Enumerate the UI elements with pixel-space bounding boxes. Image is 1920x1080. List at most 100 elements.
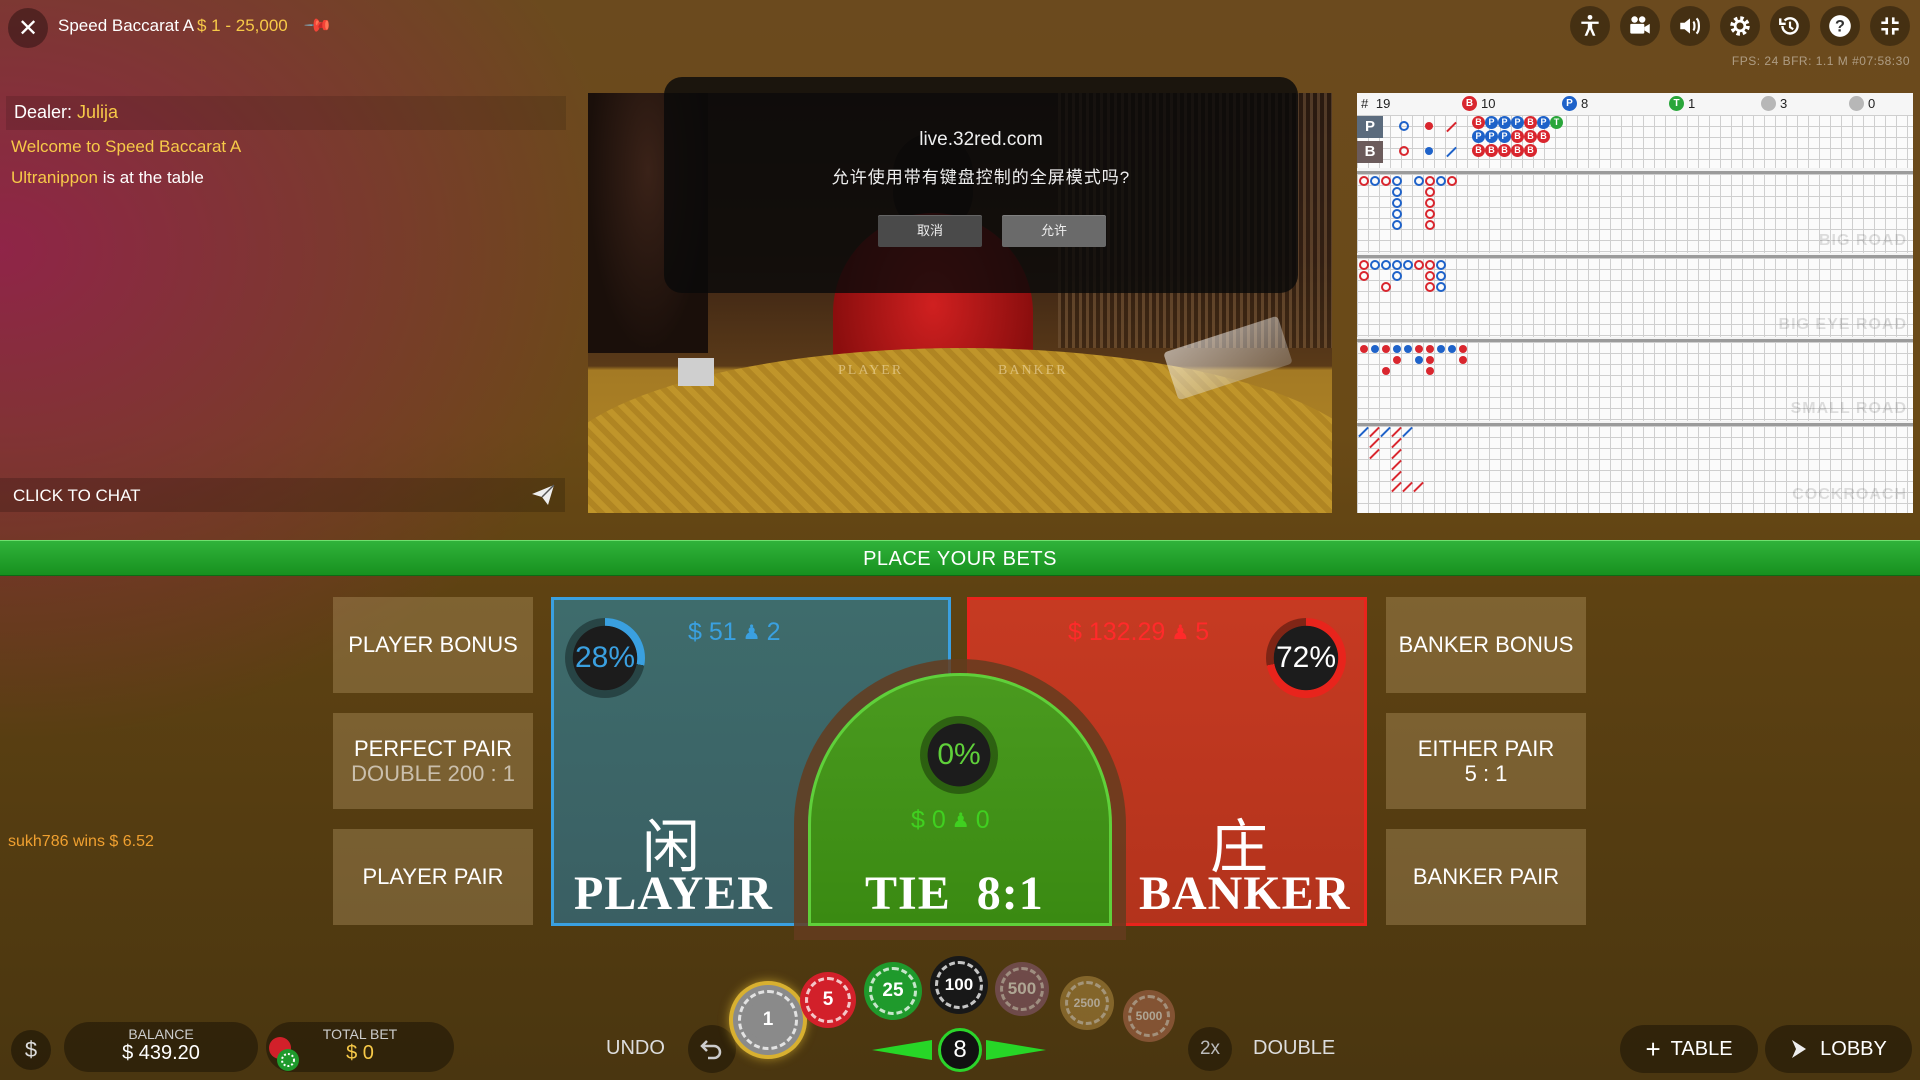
tie-bettor-count: 0	[975, 806, 990, 834]
hand-count: # 19	[1361, 96, 1391, 111]
close-button[interactable]: ✕	[8, 8, 48, 48]
help-icon[interactable]: ?	[1820, 6, 1860, 46]
banker-pair-bet[interactable]: BANKER PAIR	[1386, 829, 1586, 925]
cockroach-r	[1391, 448, 1402, 460]
big-eye-bl	[1392, 271, 1402, 281]
chip-value: 5000	[1133, 1000, 1165, 1032]
predict-small-icon	[1425, 147, 1433, 155]
settings-icon[interactable]	[1720, 6, 1760, 46]
volume-icon[interactable]	[1670, 6, 1710, 46]
chat-join-text: is at the table	[102, 168, 204, 187]
game-title: Speed Baccarat A	[58, 16, 195, 35]
chip-value: 5	[811, 983, 845, 1017]
player-count: P8	[1562, 96, 1588, 111]
player-pair-bet[interactable]: PLAYER PAIR	[333, 829, 533, 925]
player-bonus-bet[interactable]: PLAYER BONUS	[333, 597, 533, 693]
big-eye-bl	[1436, 260, 1446, 270]
banker-bonus-bet[interactable]: BANKER BONUS	[1386, 597, 1586, 693]
big-eye-r	[1381, 282, 1391, 292]
chip-scroll-right-icon[interactable]	[986, 1040, 1046, 1060]
banker-bettor-count: 5	[1195, 618, 1210, 646]
bead-plate: P B BPBPPBPPBPBBBBBPBT	[1357, 115, 1913, 168]
big-road-label: BIG ROAD	[1819, 232, 1907, 249]
cockroach-r	[1391, 459, 1402, 471]
chat-user: Ultranippon	[11, 168, 98, 187]
big-road-bl	[1392, 187, 1402, 197]
send-icon[interactable]	[531, 484, 555, 511]
banker-percent: 72%	[1275, 641, 1337, 674]
player-bet-info: $ 51 ♟ 2	[688, 618, 781, 647]
big-eye-bl	[1392, 260, 1402, 270]
dialog-host: live.32red.com	[919, 129, 1043, 150]
tie-percent: 0%	[937, 738, 981, 771]
hand-count-value: 19	[1375, 96, 1391, 111]
chat-placeholder: CLICK TO CHAT	[13, 486, 141, 505]
chat-input[interactable]: CLICK TO CHAT	[0, 478, 565, 512]
person-icon: ♟	[951, 810, 970, 832]
either-pair-label: EITHER PAIR	[1417, 735, 1555, 761]
exit-fullscreen-icon[interactable]	[1870, 6, 1910, 46]
small-road-r	[1382, 345, 1390, 353]
bead-b: B	[1537, 130, 1550, 143]
bead-p: P	[1537, 116, 1550, 129]
big-eye-r	[1425, 260, 1435, 270]
double-label: DOUBLE	[1253, 1037, 1336, 1059]
cockroach-road: COCKROACH	[1357, 423, 1913, 513]
chip-value: 500	[1005, 972, 1039, 1006]
chip-25[interactable]: 25	[864, 962, 922, 1020]
cockroach-r	[1369, 437, 1380, 449]
currency-button[interactable]: $	[11, 1030, 51, 1070]
big-road-r	[1381, 176, 1391, 186]
chip-2500[interactable]: 2500	[1060, 976, 1114, 1030]
tie-dot-icon: T	[1669, 96, 1684, 111]
chip-500[interactable]: 500	[995, 962, 1049, 1016]
player-pair-count: 0	[1849, 96, 1875, 111]
dialog-cancel-button[interactable]: 取消	[878, 215, 982, 247]
either-pair-bet[interactable]: EITHER PAIR 5 : 1	[1386, 713, 1586, 809]
perfect-pair-bet[interactable]: PERFECT PAIR DOUBLE 200 : 1	[333, 713, 533, 809]
cockroach-bl	[1380, 426, 1391, 438]
cockroach-r	[1391, 426, 1402, 438]
cockroach-r	[1369, 426, 1380, 438]
chip-scroll-left-icon[interactable]	[872, 1040, 932, 1060]
cockroach-bl	[1402, 426, 1413, 438]
perfect-pair-label: PERFECT PAIR	[353, 735, 513, 761]
banker-dot-icon: B	[1462, 96, 1477, 111]
double-button[interactable]: 2x	[1188, 1027, 1232, 1071]
player-percent-ring: 28%	[565, 618, 645, 698]
predict-banker-button[interactable]: B	[1357, 141, 1383, 163]
big-eye-bl	[1370, 260, 1380, 270]
banker-bet-amount: $ 132.29	[1068, 618, 1166, 646]
pin-icon[interactable]: 📌	[303, 10, 334, 41]
chip-1[interactable]: 1	[733, 985, 803, 1055]
player-bet-amount: $ 51	[688, 618, 737, 646]
lobby-button[interactable]: LOBBY	[1765, 1025, 1912, 1073]
predict-player-button[interactable]: P	[1357, 116, 1383, 138]
big-road-r	[1447, 176, 1457, 186]
chip-5000[interactable]: 5000	[1123, 990, 1175, 1042]
roadmap-stats: # 19 B 10 P8 T1 3 0	[1357, 93, 1913, 115]
betting-status-bar: PLACE YOUR BETS	[0, 540, 1920, 576]
big-road-bl	[1370, 176, 1380, 186]
big-road: BIG ROAD	[1357, 171, 1913, 253]
undo-button[interactable]	[688, 1025, 736, 1073]
history-icon[interactable]	[1770, 6, 1810, 46]
big-road-r	[1425, 187, 1435, 197]
small-road-r	[1393, 356, 1401, 364]
chip-100[interactable]: 100	[930, 956, 988, 1014]
add-table-button[interactable]: + TABLE	[1620, 1025, 1758, 1073]
bead-b: B	[1472, 144, 1485, 157]
big-road-bl	[1392, 176, 1402, 186]
tie-count: T1	[1669, 96, 1695, 111]
small-road-bl	[1393, 345, 1401, 353]
chip-5[interactable]: 5	[800, 972, 856, 1028]
cockroach-r	[1369, 448, 1380, 460]
big-road-bl	[1392, 220, 1402, 230]
dealer-name: Julija	[77, 102, 119, 122]
video-card-tray	[678, 358, 714, 386]
video-camera-icon[interactable]	[1620, 6, 1660, 46]
small-road-r	[1459, 345, 1467, 353]
dialog-allow-button[interactable]: 允许	[1002, 215, 1106, 247]
accessibility-icon[interactable]	[1570, 6, 1610, 46]
undo-icon	[700, 1040, 722, 1060]
